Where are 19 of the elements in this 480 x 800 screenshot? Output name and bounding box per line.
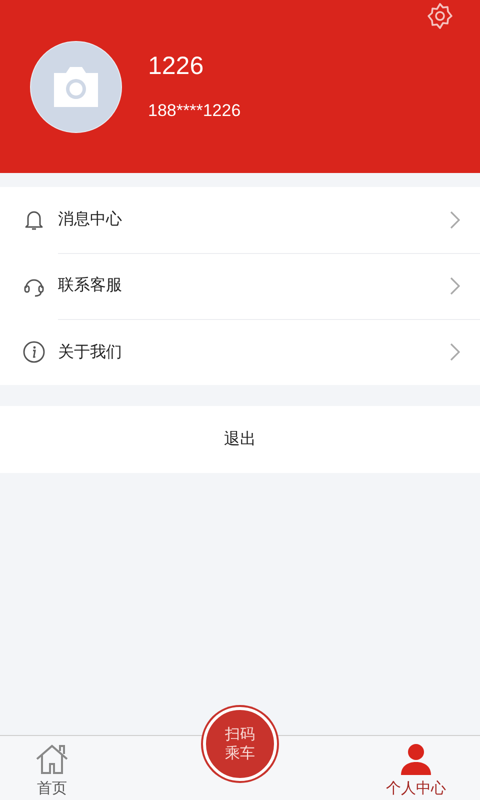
chevron-right-icon (450, 276, 460, 294)
menu-label: 消息中心 (58, 209, 122, 230)
menu-item[interactable]: 关于我们 (0, 319, 480, 385)
phone-number: 188****1226 (148, 101, 241, 121)
menu-label: 关于我们 (58, 342, 122, 362)
person-icon (398, 743, 434, 775)
nav-tab[interactable]: 首页 (30, 736, 74, 800)
logout-button[interactable]: 退出 (0, 406, 480, 473)
home-icon (34, 743, 70, 775)
menu-label: 联系客服 (58, 275, 122, 296)
user-name: 1226 (148, 52, 205, 81)
scan-ride-button[interactable]: 扫码 乘车 (203, 707, 277, 781)
menu-item[interactable]: 消息中心 (0, 187, 480, 253)
chevron-right-icon (450, 210, 460, 228)
settings-icon[interactable] (426, 2, 454, 30)
nav-tab[interactable]: 个人中心 (382, 736, 450, 800)
chevron-right-icon (450, 343, 460, 361)
menu-item[interactable]: 联系客服 (0, 253, 480, 319)
info-icon (22, 340, 46, 364)
